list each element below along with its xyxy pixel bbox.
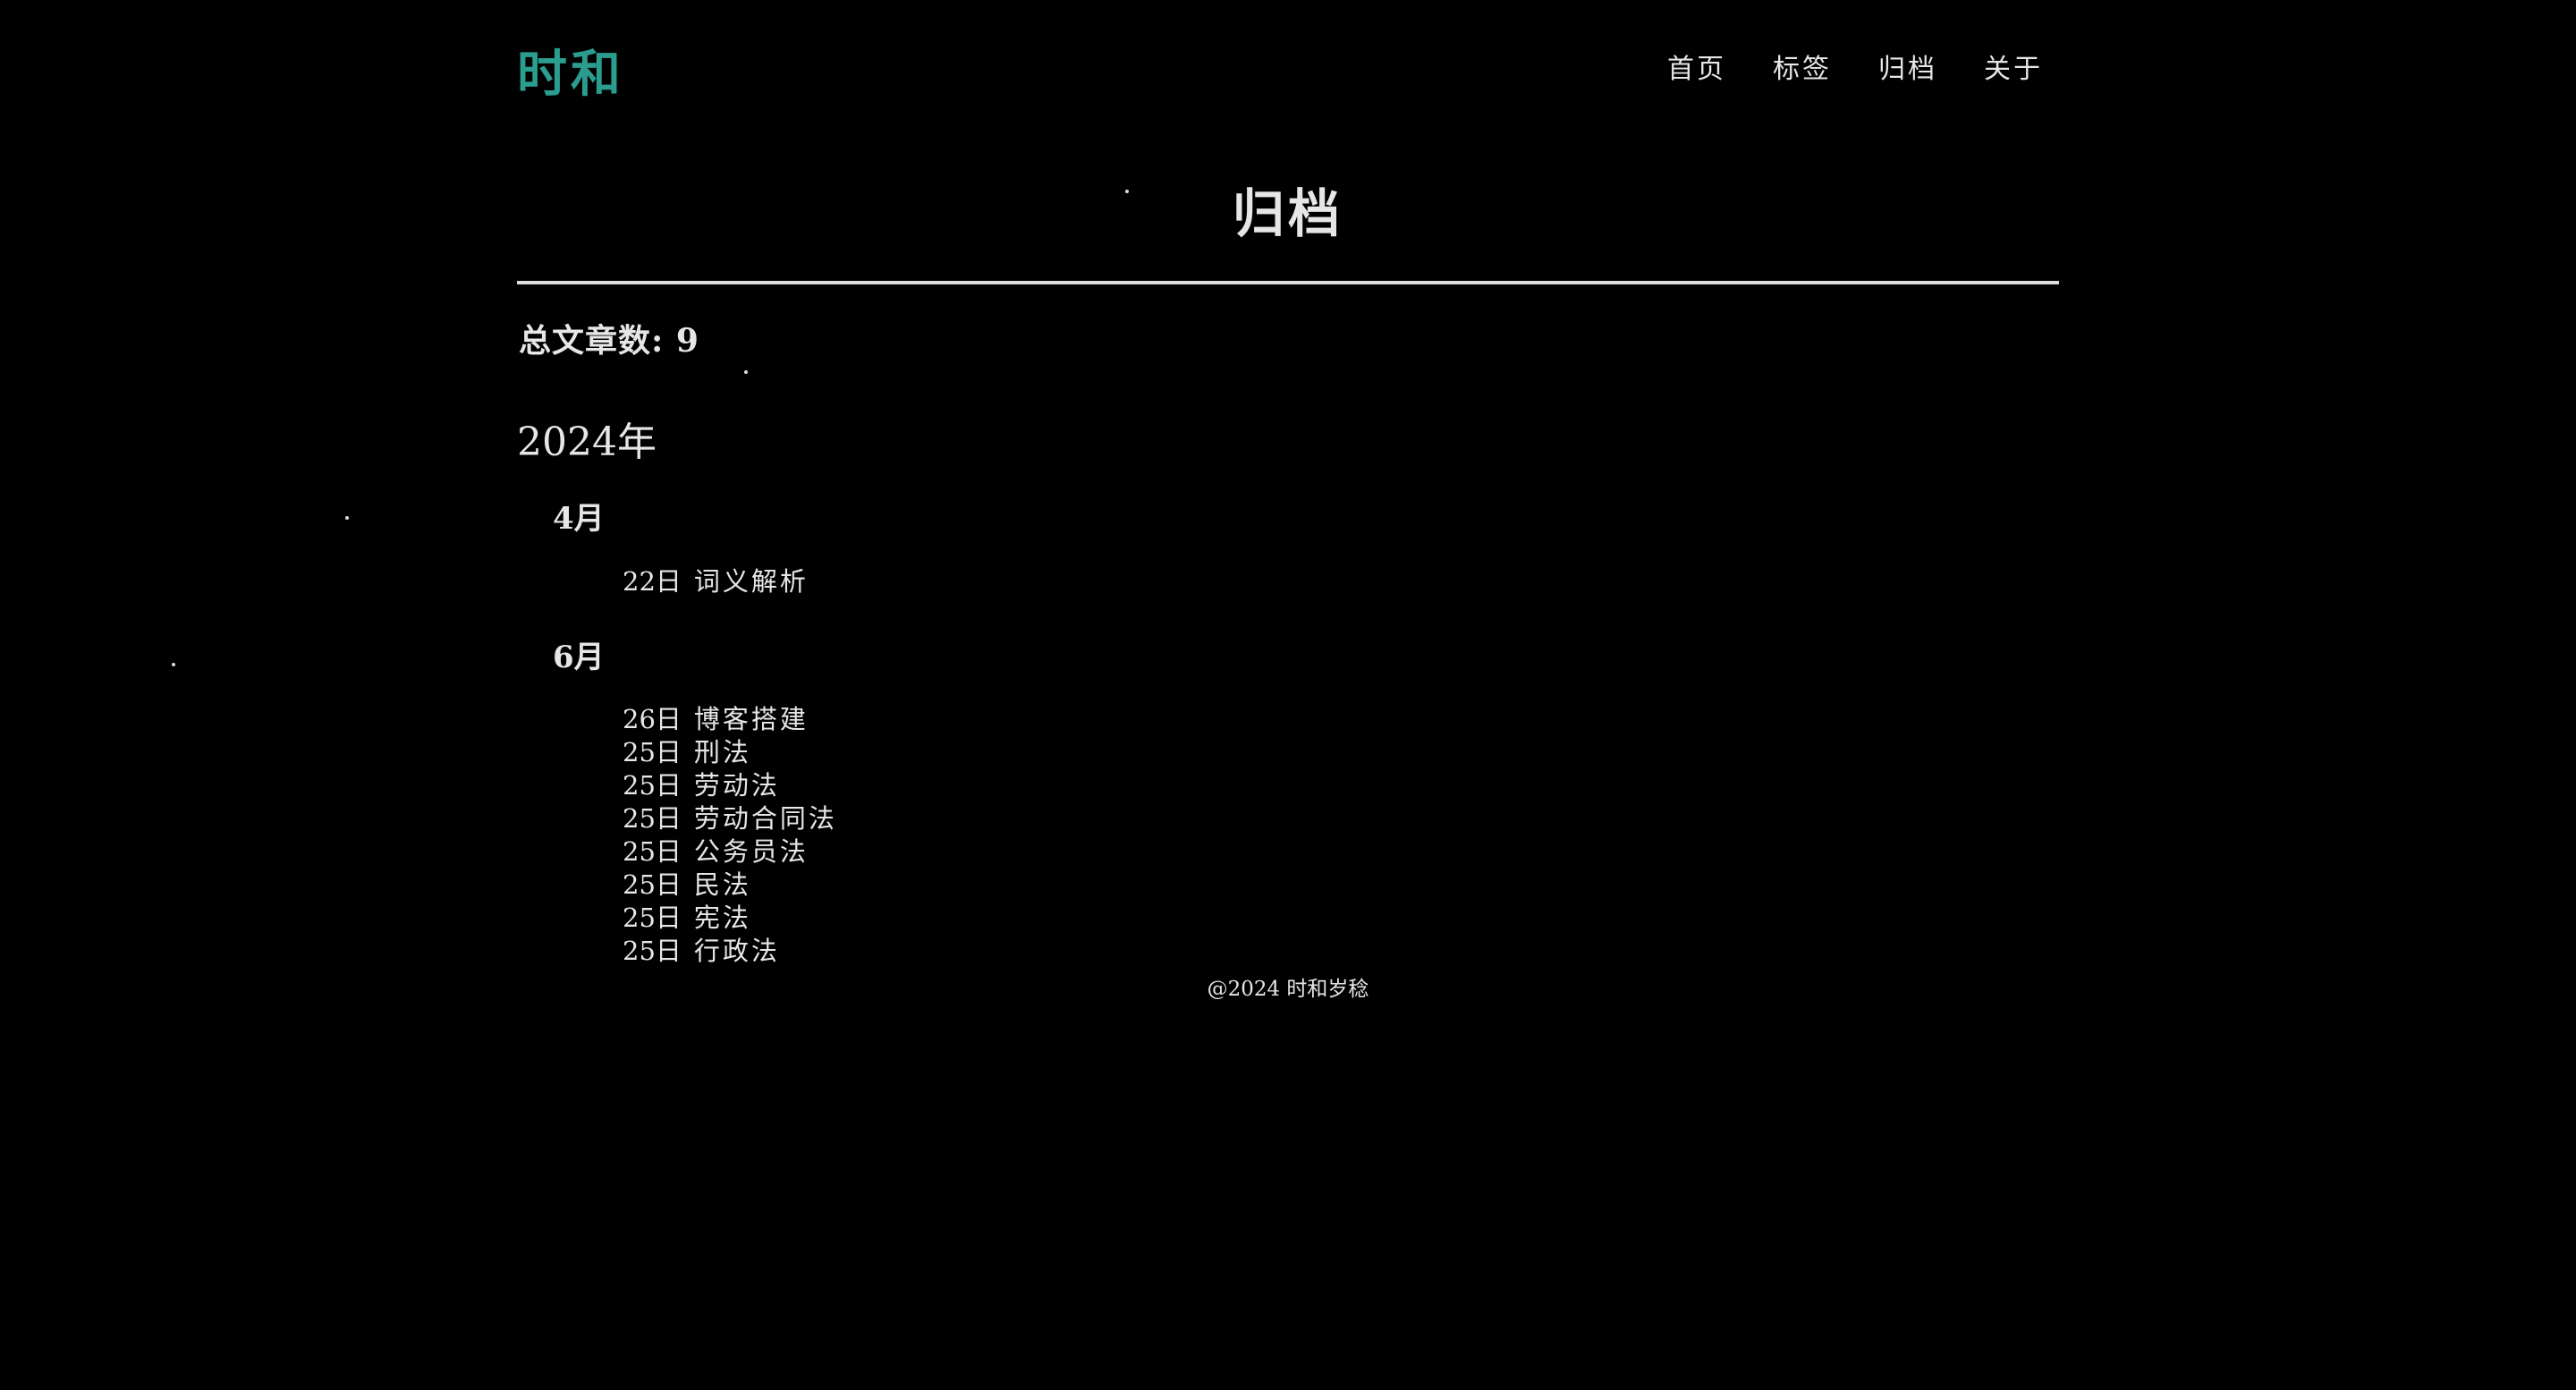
list-item: 25日 刑法 [623,736,837,769]
star-dot [172,663,175,666]
nav-archive[interactable]: 归档 [1878,47,1937,86]
post-day: 25日 [623,869,682,900]
list-item: 25日 公务员法 [623,835,837,869]
post-day: 25日 [623,936,682,966]
page: 时和 首页 标签 归档 关于 归档 总文章数: 9 2024年 4月 22日 词义… [0,0,2576,1390]
post-link[interactable]: 公务员法 [694,836,809,867]
page-title: 归档 [1232,183,1343,244]
star-dot [744,370,748,374]
post-day: 22日 [623,566,682,597]
post-list-april: 22日 词义解析 [623,565,809,598]
list-item: 25日 劳动合同法 [623,802,837,835]
nav-home[interactable]: 首页 [1667,47,1726,86]
post-link[interactable]: 宪法 [694,903,751,933]
post-list-june: 26日 博客搭建 25日 刑法 25日 劳动法 25日 劳动合同法 25日 公务员法 25… [623,703,837,968]
list-item: 25日 行政法 [623,935,837,968]
archive-year: 2024年 [517,420,657,465]
post-day: 25日 [623,737,682,767]
nav-tags[interactable]: 标签 [1773,47,1832,86]
star-dot [345,516,349,520]
post-day: 25日 [623,770,682,801]
post-day: 25日 [623,903,682,933]
title-divider [517,281,2059,284]
post-day: 26日 [623,704,682,734]
archive-month-april: 4月 [553,501,605,537]
archive-month-june: 6月 [553,640,605,675]
list-item: 25日 民法 [623,869,837,902]
post-link[interactable]: 词义解析 [694,566,809,597]
post-day: 25日 [623,803,682,834]
site-header: 时和 首页 标签 归档 关于 [517,0,2059,134]
post-link[interactable]: 刑法 [694,737,751,767]
content-container: 时和 首页 标签 归档 关于 归档 总文章数: 9 2024年 4月 22日 词义… [517,0,2059,1001]
post-link[interactable]: 行政法 [694,936,780,966]
list-item: 26日 博客搭建 [623,703,837,736]
post-day: 25日 [623,836,682,867]
post-link[interactable]: 劳动合同法 [694,803,837,834]
list-item: 25日 宪法 [623,902,837,935]
list-item: 22日 词义解析 [623,565,809,598]
post-link[interactable]: 民法 [694,869,751,900]
site-footer: @2024 时和岁稔 [517,971,2059,1002]
main-nav: 首页 标签 归档 关于 [1667,47,2043,86]
post-link[interactable]: 劳动法 [694,770,780,801]
nav-about[interactable]: 关于 [1984,47,2043,86]
list-item: 25日 劳动法 [623,769,837,802]
total-post-count: 总文章数: 9 [519,322,699,360]
post-link[interactable]: 博客搭建 [694,704,809,734]
site-logo[interactable]: 时和 [517,34,624,106]
footer-copyright: @2024 时和岁稔 [1207,978,1369,1001]
